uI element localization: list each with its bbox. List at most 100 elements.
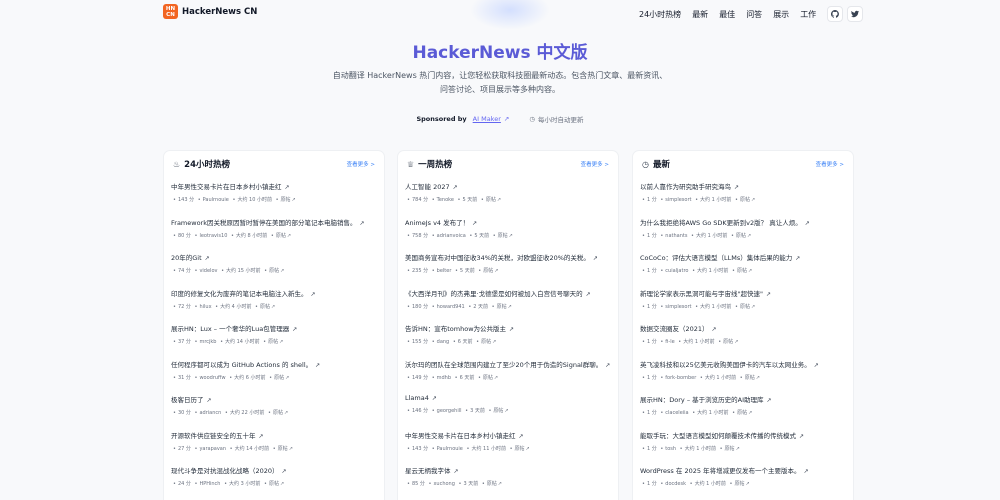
- story-user[interactable]: xuchong: [433, 481, 454, 487]
- story-title-link[interactable]: 中年男性交易卡片在日本乡村小镇走红 ↗: [405, 430, 615, 440]
- original-post-link[interactable]: 原帖: [269, 268, 279, 274]
- story-title-link[interactable]: 开源软件供应链安全的五十年 ↗: [171, 430, 381, 440]
- original-post-link[interactable]: 原帖: [481, 339, 491, 345]
- story-user[interactable]: videlov: [199, 268, 217, 274]
- story-title-link[interactable]: 数据交流圈友（2021） ↗: [640, 323, 850, 333]
- story-user[interactable]: nathants: [665, 233, 687, 239]
- original-post-link[interactable]: 原帖: [737, 268, 747, 274]
- dot-icon: •: [480, 197, 484, 203]
- story-title-link[interactable]: 新理论学家表示黑洞可能与宇宙线"超快速" ↗: [640, 288, 850, 298]
- story-title-link[interactable]: 中年男性交易卡片在日本乡村小镇走红 ↗: [171, 181, 381, 191]
- story-title-link[interactable]: 告诉HN：宣布tomhow为公共版主 ↗: [405, 323, 615, 333]
- story-user[interactable]: HPHinch: [199, 481, 220, 487]
- original-post-link[interactable]: 原帖: [281, 197, 291, 203]
- story-title-link[interactable]: 极客日历了 ↗: [171, 394, 381, 404]
- story-user[interactable]: woodruffw: [199, 375, 225, 381]
- view-more-link[interactable]: 查看更多 >: [347, 160, 375, 168]
- original-post-link[interactable]: 原帖: [734, 481, 744, 487]
- story-title-link[interactable]: Framework因关税原因暂时暂停在美国的部分笔记本电脑销售。 ↗: [171, 217, 381, 227]
- external-link-icon: ↗: [503, 115, 510, 123]
- sponsor-link[interactable]: AI Maker: [473, 115, 501, 123]
- original-post-link[interactable]: 原帖: [725, 446, 735, 452]
- twitter-icon[interactable]: [847, 6, 864, 22]
- story-user[interactable]: adriancn: [199, 410, 221, 416]
- story-title-link[interactable]: 展示HN：Dory – 基于浏览历史的AI助理库 ↗: [640, 394, 850, 404]
- story-title-link[interactable]: 星云无柄我字体 ↗: [405, 465, 615, 475]
- story-title-link[interactable]: WordPress 在 2025 年将增减更仅发布一个主要版本。 ↗: [640, 465, 850, 475]
- original-post-link[interactable]: 原帖: [273, 410, 283, 416]
- story-title-link[interactable]: 英飞凌科技和以25亿美元收购美国伊卡的汽车以太网业务。 ↗: [640, 359, 850, 369]
- nav-jobs[interactable]: 工作: [800, 9, 816, 20]
- story-title-link[interactable]: 现代斗争是对抗混战化战略（2020） ↗: [171, 465, 381, 475]
- nav-ask[interactable]: 问答: [746, 9, 762, 20]
- original-post-link[interactable]: 原帖: [745, 375, 755, 381]
- nav-24h-hot[interactable]: 24小时热榜: [639, 9, 681, 20]
- story-user[interactable]: tosh: [665, 446, 676, 452]
- original-post-link[interactable]: 原帖: [736, 233, 746, 239]
- story-user[interactable]: georgehill: [437, 408, 462, 414]
- nav-show[interactable]: 展示: [773, 9, 789, 20]
- story-title-link[interactable]: 能取手玩：大型语言模型如何颠覆技术传播的传统模式 ↗: [640, 430, 850, 440]
- nav-best[interactable]: 最佳: [719, 9, 735, 20]
- original-post-link[interactable]: 原帖: [723, 339, 733, 345]
- story-user[interactable]: Tenoke: [437, 197, 454, 203]
- original-post-link[interactable]: 原帖: [260, 304, 270, 310]
- original-post-link[interactable]: 原帖: [274, 375, 284, 381]
- story-title-link[interactable]: Llama4 ↗: [405, 394, 615, 402]
- story-user[interactable]: cuialjatro: [665, 268, 688, 274]
- dot-icon: •: [731, 268, 735, 274]
- story-title-link[interactable]: 以前人靠作为研究助手研究海鸟 ↗: [640, 181, 850, 191]
- story-title-link[interactable]: 展示HN：Lux – 一个奢华的Lua包管理器 ↗: [171, 323, 381, 333]
- view-more-link[interactable]: 查看更多 >: [816, 160, 844, 168]
- story-title-link[interactable]: AnimeJs v4 发布了！ ↗: [405, 217, 615, 227]
- original-post-link[interactable]: 原帖: [483, 268, 493, 274]
- original-post-link[interactable]: 原帖: [498, 233, 508, 239]
- story-user[interactable]: mrcjkb: [199, 339, 216, 345]
- story-title-link[interactable]: 人工智能 2027 ↗: [405, 181, 615, 191]
- original-post-link[interactable]: 原帖: [278, 446, 288, 452]
- story-user[interactable]: howard941: [437, 304, 465, 310]
- story-user[interactable]: mdhb: [437, 375, 451, 381]
- original-post-link[interactable]: 原帖: [487, 481, 497, 487]
- story-user[interactable]: adrianvoica: [437, 233, 466, 239]
- story-user[interactable]: belter: [437, 268, 452, 274]
- original-post-link[interactable]: 原帖: [740, 304, 750, 310]
- story-title-link[interactable]: 沃尔玛的团队在全球范围内建立了至少20个用于伪造的Signal群聊。 ↗: [405, 359, 615, 369]
- external-link-icon: ↗: [492, 339, 497, 345]
- story-title-link[interactable]: 为什么我拒绝将AWS Go SDK更新到v2版？ 真让人烦。 ↗: [640, 217, 850, 227]
- external-link-icon: ↗: [286, 232, 292, 239]
- story-time: 大约 22 小时前: [229, 410, 265, 416]
- story-user[interactable]: hilux: [199, 304, 211, 310]
- original-post-link[interactable]: 原帖: [515, 446, 525, 452]
- story-title-link[interactable]: CoCoCo：评估大语言模型（LLMs）集体后果的能力 ↗: [640, 252, 850, 262]
- story-user[interactable]: simplesort: [665, 197, 691, 203]
- story-title-link[interactable]: 印度的修复文化为废弃的笔记本电脑注入新生。 ↗: [171, 288, 381, 298]
- story-user[interactable]: simplesort: [665, 304, 691, 310]
- story-title-link[interactable]: 《大西洋月刊》的杰弗里·戈德堡是如何被加入白宫信号聊天的 ↗: [405, 288, 615, 298]
- story-user[interactable]: Paulrnouie: [437, 446, 463, 452]
- story-user[interactable]: yarapavan: [199, 446, 226, 452]
- story-user[interactable]: claceleiia: [665, 410, 688, 416]
- original-post-link[interactable]: 原帖: [486, 197, 496, 203]
- original-post-link[interactable]: 原帖: [497, 304, 507, 310]
- story-user[interactable]: dang: [437, 339, 450, 345]
- original-post-link[interactable]: 原帖: [268, 339, 278, 345]
- story-title-link[interactable]: 任何程序都可以成为 GitHub Actions 的 shell。 ↗: [171, 359, 381, 369]
- original-post-link[interactable]: 原帖: [740, 197, 750, 203]
- original-post-link[interactable]: 原帖: [276, 233, 286, 239]
- original-post-link[interactable]: 原帖: [737, 410, 747, 416]
- site-logo[interactable]: HN CN HackerNews CN: [163, 4, 257, 19]
- github-icon[interactable]: [827, 6, 844, 22]
- original-post-link[interactable]: 原帖: [483, 375, 493, 381]
- story-user[interactable]: fork-bomber: [665, 375, 696, 381]
- story-title-link[interactable]: 美国商务宣布对中国征收34%的关税，对欧盟征收20%的关税。 ↗: [405, 252, 615, 262]
- original-post-link[interactable]: 原帖: [493, 408, 503, 414]
- story-user[interactable]: docdesk: [665, 481, 686, 487]
- story-user[interactable]: Paulrnouie: [203, 197, 229, 203]
- story-user[interactable]: fi-le: [665, 339, 674, 345]
- view-more-link[interactable]: 查看更多 >: [581, 160, 609, 168]
- nav-newest[interactable]: 最新: [692, 9, 708, 20]
- story-user[interactable]: leotravis10: [199, 233, 227, 239]
- original-post-link[interactable]: 原帖: [269, 481, 279, 487]
- story-title-link[interactable]: 20年的Git ↗: [171, 252, 381, 262]
